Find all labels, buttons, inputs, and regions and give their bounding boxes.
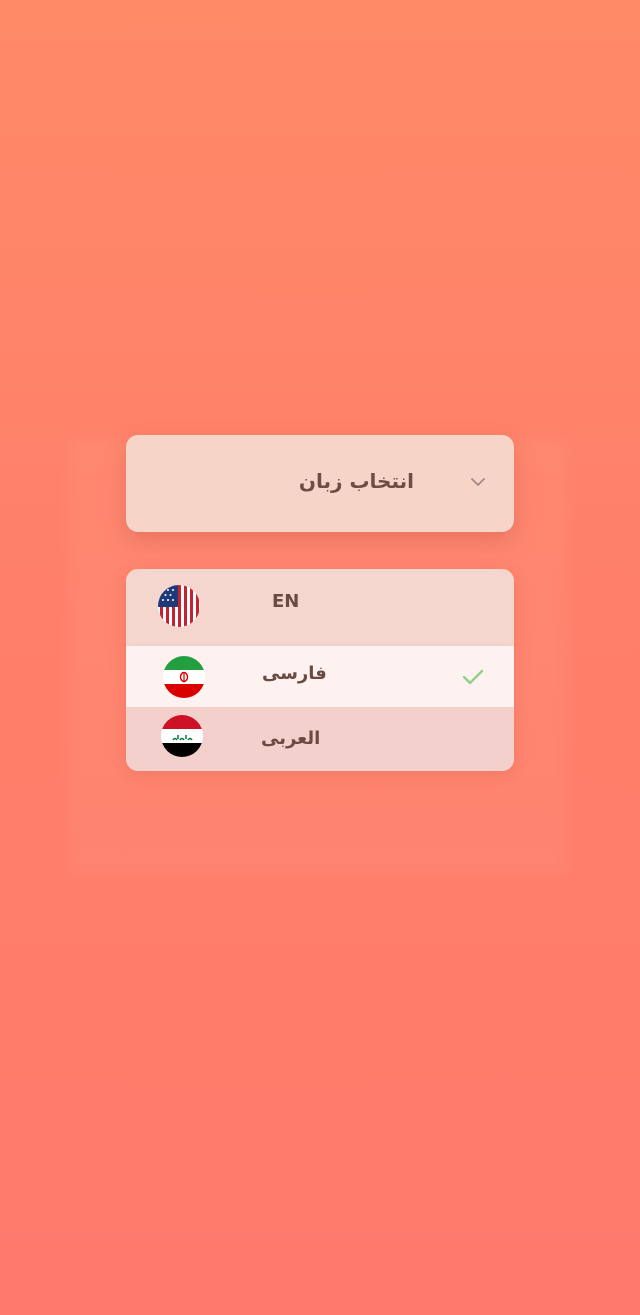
dropdown-title: انتخاب زبان xyxy=(298,469,414,493)
language-dropdown[interactable]: انتخاب زبان xyxy=(126,435,514,532)
language-list: EN فارسی العربی xyxy=(126,569,514,771)
language-option-ar[interactable]: العربی xyxy=(126,707,514,771)
language-option-en[interactable]: EN xyxy=(126,569,514,646)
language-option-fa[interactable]: فارسی xyxy=(126,646,514,707)
usa-flag-icon xyxy=(158,585,200,627)
iran-flag-icon xyxy=(163,656,205,698)
iraq-flag-icon xyxy=(161,715,203,757)
language-label-fa: فارسی xyxy=(262,663,327,684)
language-label-en: EN xyxy=(272,591,300,612)
language-label-ar: العربی xyxy=(261,728,321,749)
check-icon xyxy=(462,669,484,685)
chevron-down-icon[interactable] xyxy=(469,473,487,491)
